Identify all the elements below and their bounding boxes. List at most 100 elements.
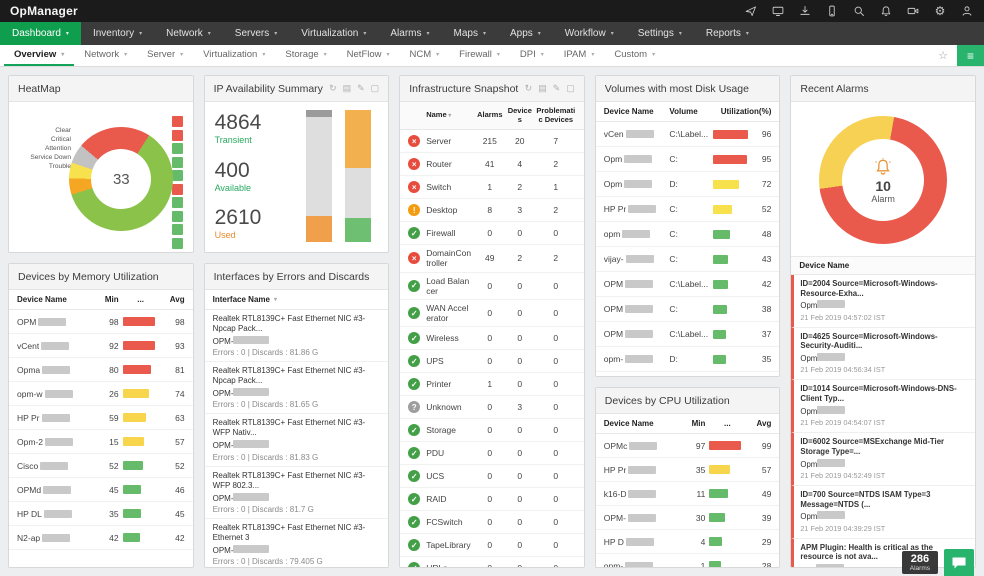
subnav-tab-ipam[interactable]: IPAM ▾ [554, 45, 605, 66]
table-row[interactable]: HP Pr C: 52 [595, 197, 780, 222]
heatmap-cell[interactable] [171, 224, 183, 235]
screen-icon[interactable] [771, 4, 785, 18]
table-row[interactable]: OPM C:\Label... 37 [595, 322, 780, 347]
search-icon[interactable] [852, 4, 866, 18]
heatmap-cell[interactable] [171, 183, 183, 195]
table-row[interactable]: ✓ Wireless 0 0 0 [400, 327, 584, 351]
table-row[interactable]: × Router 41 4 2 [400, 153, 584, 177]
table-row[interactable]: Opm C: 95 [595, 147, 780, 172]
user-icon[interactable] [960, 4, 974, 18]
subnav-tab-overview[interactable]: Overview ▾ [4, 45, 75, 66]
video-icon[interactable] [906, 4, 920, 18]
table-row[interactable]: vCen C:\Label... 96 [595, 122, 780, 147]
table-row[interactable]: HP Pr 35 57 [595, 458, 780, 482]
table-row[interactable]: Opma 80 81 [9, 358, 193, 382]
refresh-icon[interactable]: ↻ [525, 83, 533, 94]
alarms-list-header[interactable]: Device Name [791, 256, 975, 275]
main-nav-tab-alarms[interactable]: Alarms ▾ [378, 22, 441, 45]
column-header[interactable]: Avg [163, 295, 185, 304]
subnav-tab-netflow[interactable]: NetFlow ▾ [337, 45, 400, 66]
column-header[interactable]: Problematic Devices [536, 106, 576, 124]
main-nav-tab-inventory[interactable]: Inventory ▾ [81, 22, 154, 45]
table-row[interactable]: ✓ Printer 1 0 0 [400, 373, 584, 397]
table-row[interactable]: ✓ Storage 0 0 0 [400, 419, 584, 443]
alarm-list-item[interactable]: ID=2004 Source=Microsoft-Windows-Resourc… [791, 275, 975, 328]
subnav-tab-custom[interactable]: Custom ▾ [604, 45, 665, 66]
bell-icon[interactable] [879, 4, 893, 18]
table-row[interactable]: opm C: 48 [595, 222, 780, 247]
alarm-list-item[interactable]: ID=6002 Source=MSExchange Mid-Tier Stora… [791, 433, 975, 486]
table-row[interactable]: vCent 92 93 [9, 334, 193, 358]
interfaces-column-header[interactable]: Interface Name ▾ [204, 290, 389, 310]
table-row[interactable]: OPM C:\Label... 42 [595, 272, 780, 297]
list-item[interactable]: Realtek RTL8139C+ Fast Ethernet NIC #3-N… [204, 362, 389, 415]
table-row[interactable]: OPMc 97 99 [595, 434, 780, 458]
column-header[interactable]: Device Name [604, 107, 666, 116]
column-header[interactable]: Devices [507, 106, 533, 124]
heatmap-donut-chart[interactable]: 33 [69, 127, 174, 232]
column-header[interactable]: ... [709, 419, 745, 428]
main-nav-tab-network[interactable]: Network ▾ [154, 22, 223, 45]
table-row[interactable]: ✓ TapeLibrary 0 0 0 [400, 534, 584, 558]
edit-icon[interactable]: ✎ [357, 83, 365, 94]
phone-icon[interactable] [825, 4, 839, 18]
recent-alarms-donut-chart[interactable]: 10 Alarm [819, 116, 948, 244]
subnav-tab-dpi[interactable]: DPI ▾ [510, 45, 554, 66]
send-icon[interactable] [744, 4, 758, 18]
table-row[interactable]: × DomainController 49 2 2 [400, 245, 584, 273]
heatmap-cell[interactable] [171, 116, 183, 127]
list-item[interactable]: Realtek RTL8139C+ Fast Ethernet NIC #3-W… [204, 467, 389, 519]
refresh-icon[interactable]: ↻ [329, 83, 337, 94]
table-row[interactable]: ✓URLs000 [400, 557, 584, 567]
heatmap-cell[interactable] [171, 129, 183, 141]
heatmap-cell[interactable] [171, 170, 183, 181]
report-icon[interactable]: ▤ [538, 83, 547, 94]
column-header[interactable]: Alarms [476, 111, 504, 120]
main-nav-tab-apps[interactable]: Apps ▾ [498, 22, 553, 45]
table-row[interactable]: opm-w 26 74 [9, 382, 193, 406]
table-row[interactable]: OPM C: 38 [595, 297, 780, 322]
subnav-tab-firewall[interactable]: Firewall ▾ [449, 45, 510, 66]
heatmap-cell[interactable] [171, 210, 183, 222]
chat-button[interactable] [944, 549, 974, 576]
column-header[interactable]: ... [123, 295, 159, 304]
main-nav-tab-reports[interactable]: Reports ▾ [694, 22, 761, 45]
table-row[interactable]: k16-D 11 49 [595, 482, 780, 506]
report-icon[interactable]: ▤ [343, 83, 352, 94]
column-header[interactable]: Avg [749, 419, 772, 428]
table-row[interactable]: OPM- 30 39 [595, 506, 780, 530]
heatmap-cell[interactable] [171, 143, 183, 154]
table-row[interactable]: HP DL 35 45 [9, 502, 193, 526]
table-row[interactable]: ✓ UPS 0 0 0 [400, 350, 584, 374]
table-row[interactable]: ✓ Load Balancer 0 0 0 [400, 273, 584, 300]
expand-icon[interactable]: ▢ [371, 83, 380, 94]
widget-menu-button[interactable]: ≡ [957, 45, 984, 66]
subnav-tab-server[interactable]: Server ▾ [137, 45, 193, 66]
download-icon[interactable] [798, 4, 812, 18]
table-row[interactable]: ? Unknown 0 3 0 [400, 396, 584, 420]
main-nav-tab-settings[interactable]: Settings ▾ [626, 22, 694, 45]
favorite-star-icon[interactable]: ☆ [929, 45, 957, 66]
table-row[interactable]: ✓ Firewall 0 0 0 [400, 222, 584, 246]
table-row[interactable]: ! Desktop 8 3 2 [400, 199, 584, 223]
alarm-count-badge[interactable]: 286 Alarms [901, 550, 938, 574]
list-item[interactable]: Realtek RTL8139C+ Fast Ethernet NIC #3-E… [205, 519, 389, 567]
table-row[interactable]: OPM 98 98 [9, 310, 193, 334]
column-header[interactable]: Volume [669, 107, 709, 116]
gear-icon[interactable]: ⚙ [933, 4, 947, 18]
column-header[interactable]: Min [685, 419, 706, 428]
table-row[interactable]: HP D 4 29 [595, 530, 780, 554]
heatmap-cell[interactable] [171, 156, 183, 168]
table-row[interactable]: ✓ FCSwitch 0 0 0 [400, 511, 584, 535]
main-nav-tab-servers[interactable]: Servers ▾ [223, 22, 289, 45]
table-row[interactable]: N2-ap 42 42 [9, 526, 193, 550]
column-header[interactable]: Device Name [17, 295, 95, 304]
table-row[interactable]: ✓ RAID 0 0 0 [400, 488, 584, 512]
alarm-list-item[interactable]: ID=700 Source=NTDS ISAM Type=3 Message=N… [791, 485, 975, 539]
column-header[interactable]: Name ▾ [426, 110, 473, 120]
table-row[interactable]: opm- 1 28 [596, 554, 780, 567]
expand-icon[interactable]: ▢ [566, 83, 575, 94]
edit-icon[interactable]: ✎ [553, 83, 561, 94]
table-row[interactable]: OPMd 45 46 [9, 478, 193, 502]
list-item[interactable]: Realtek RTL8139C+ Fast Ethernet NIC #3-N… [204, 310, 389, 363]
